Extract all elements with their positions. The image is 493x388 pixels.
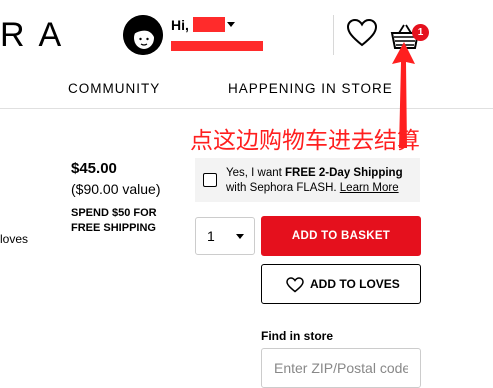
account-dropdown-icon[interactable] <box>227 22 235 27</box>
find-in-store-label: Find in store <box>261 329 333 343</box>
shipping-line1-prefix: Yes, I want <box>226 167 286 179</box>
learn-more-link[interactable]: Learn More <box>340 182 399 194</box>
flash-shipping-text: Yes, I want FREE 2-Day Shipping with Sep… <box>226 166 403 196</box>
loves-count-fragment: loves <box>0 232 29 246</box>
shipping-promo: SPEND $50 FOR FREE SHIPPING <box>71 206 157 236</box>
quantity-select[interactable] <box>195 217 255 255</box>
cart-count-badge: 1 <box>412 24 429 41</box>
annotation-text: 点这边购物车进去结算 <box>190 128 420 154</box>
header-divider <box>333 15 334 55</box>
promo-line-1: SPEND $50 FOR <box>71 207 157 219</box>
annotation-arrow-icon <box>392 42 415 148</box>
avatar-face-icon <box>123 15 163 55</box>
shipping-line2-prefix: with Sephora FLASH. <box>226 182 340 194</box>
heart-icon <box>286 277 304 298</box>
product-value: ($90.00 value) <box>71 181 161 197</box>
add-to-basket-button[interactable]: ADD TO BASKET <box>261 216 421 256</box>
avatar[interactable] <box>123 15 163 55</box>
sephora-logo[interactable]: RA <box>0 16 75 55</box>
flash-shipping-checkbox[interactable] <box>203 173 217 187</box>
quantity-value: 1 <box>207 228 215 244</box>
loves-heart-icon[interactable] <box>346 18 378 53</box>
redacted-subtext <box>171 41 263 51</box>
shipping-line1-bold: FREE 2-Day Shipping <box>285 167 403 179</box>
nav-item-community[interactable]: COMMUNITY <box>68 81 160 96</box>
nav-item-happening-in-store[interactable]: HAPPENING IN STORE <box>228 81 393 96</box>
chevron-down-icon <box>236 234 244 239</box>
promo-line-2: FREE SHIPPING <box>71 222 156 234</box>
product-price: $45.00 <box>71 160 117 177</box>
add-to-loves-label: ADD TO LOVES <box>310 277 400 291</box>
redacted-name <box>193 17 225 32</box>
zip-code-input[interactable] <box>261 348 421 388</box>
